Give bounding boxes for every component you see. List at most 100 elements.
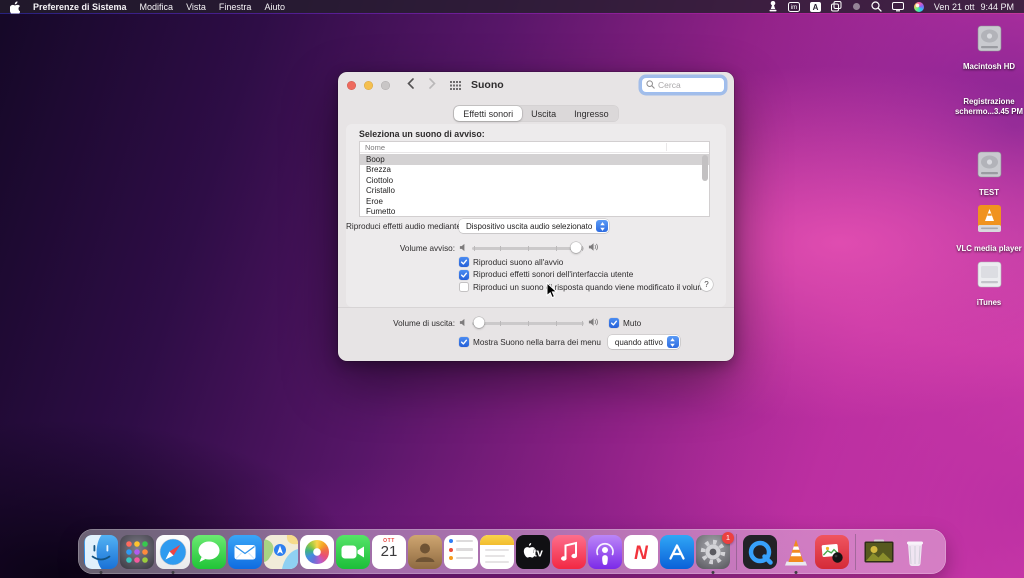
show-sound-menubar-option[interactable]: Mostra Suono nella barra dei menu: [459, 337, 601, 347]
sound-preferences-window: Suono Effetti sonoriUscitaIngresso Selez…: [338, 72, 734, 361]
mute-option[interactable]: Muto: [609, 318, 641, 328]
menubar-mode-dropdown[interactable]: quando attivo: [608, 335, 680, 349]
desktop-icon-registrazione-schermo-3-45-pm[interactable]: Registrazione schermo...3.45 PM: [952, 95, 1024, 117]
checkbox[interactable]: [459, 270, 469, 280]
safari-icon: [156, 535, 190, 569]
running-indicator-dot: [712, 571, 715, 574]
speaker-low-icon: [459, 239, 468, 257]
dock-mail-icon[interactable]: [228, 535, 262, 569]
output-volume-slider[interactable]: [459, 314, 600, 332]
dock-facetime-icon[interactable]: [336, 535, 370, 569]
dock-vlc-icon[interactable]: [779, 535, 813, 569]
appletv-icon: tv: [516, 535, 550, 569]
dock-music-icon[interactable]: [552, 535, 586, 569]
dock-separator: [855, 534, 856, 570]
dock-safari-icon[interactable]: [156, 535, 190, 569]
menu-app-name[interactable]: Preferenze di Sistema: [33, 2, 127, 12]
input-method-icon[interactable]: im: [788, 2, 800, 12]
dock-trash-icon[interactable]: [898, 535, 932, 569]
slider-track[interactable]: [472, 322, 584, 325]
finder-icon: [84, 535, 118, 569]
dock-photoapp-icon[interactable]: [815, 535, 849, 569]
sound-row-eroe[interactable]: Eroe: [360, 196, 709, 207]
slider-track[interactable]: [472, 247, 584, 250]
sound-row-ciottolo[interactable]: Ciottolo: [360, 175, 709, 186]
dock-podcasts-icon[interactable]: [588, 535, 622, 569]
menu-finestra[interactable]: Finestra: [219, 2, 252, 12]
back-button[interactable]: [407, 76, 414, 94]
menu-aiuto[interactable]: Aiuto: [264, 2, 285, 12]
menu-vista[interactable]: Vista: [186, 2, 206, 12]
dock-finder-icon[interactable]: [84, 535, 118, 569]
dock-maps-icon[interactable]: [264, 535, 298, 569]
stats-icon[interactable]: [768, 1, 778, 12]
zoom-button-disabled[interactable]: [381, 81, 390, 90]
show-sound-menubar-label: Mostra Suono nella barra dei menu: [473, 338, 601, 347]
close-button[interactable]: [347, 81, 356, 90]
dropdown-arrows-icon: [596, 220, 608, 232]
scrollbar-thumb[interactable]: [702, 155, 708, 181]
option-riproduci-suono-all-avvio[interactable]: Riproduci suono all'avvio: [459, 257, 709, 267]
dock-calendar-icon[interactable]: OTT21: [372, 535, 406, 569]
list-scrollbar[interactable]: [702, 155, 708, 214]
search-field[interactable]: [641, 77, 725, 93]
dock-quicktime-icon[interactable]: [743, 535, 777, 569]
dock-messages-icon[interactable]: [192, 535, 226, 569]
alert-volume-slider[interactable]: [459, 239, 600, 257]
running-indicator-dot: [100, 571, 103, 574]
desktop-icon-macintosh-hd[interactable]: Macintosh HD: [952, 24, 1024, 72]
slider-knob[interactable]: [473, 317, 484, 328]
minimize-button[interactable]: [364, 81, 373, 90]
dock-notes-icon[interactable]: [480, 535, 514, 569]
checkbox[interactable]: [459, 257, 469, 267]
dock-file-icon[interactable]: [862, 535, 896, 569]
display-icon[interactable]: [892, 2, 904, 12]
file-icon: [862, 535, 896, 569]
dock-settings-icon[interactable]: 1: [696, 535, 730, 569]
slider-knob[interactable]: [571, 242, 582, 253]
list-column-header[interactable]: Nome: [360, 142, 709, 153]
show-sound-menubar-checkbox[interactable]: [459, 337, 469, 347]
option-riproduci-effetti-sonori-dell-interfacci[interactable]: Riproduci effetti sonori dell'interfacci…: [459, 270, 709, 280]
dock-appstore-icon[interactable]: [660, 535, 694, 569]
apple-menu-icon[interactable]: [10, 1, 20, 13]
sound-row-brezza[interactable]: Brezza: [360, 165, 709, 176]
desktop-icon-vlc-media-player[interactable]: VLC media player: [952, 204, 1024, 254]
tab-effetti-sonori[interactable]: Effetti sonori: [454, 106, 522, 121]
running-indicator-dot: [172, 571, 175, 574]
checkbox[interactable]: [459, 282, 469, 292]
sound-row-fumetto[interactable]: Fumetto: [360, 207, 709, 217]
mute-checkbox[interactable]: [609, 318, 619, 328]
dock-news-icon[interactable]: N: [624, 535, 658, 569]
search-input[interactable]: [655, 80, 720, 90]
desktop-icon-itunes[interactable]: iTunes: [952, 260, 1024, 308]
mute-label: Muto: [623, 319, 641, 328]
sound-row-cristallo[interactable]: Cristallo: [360, 186, 709, 197]
option-riproduci-un-suono-di-risposta-quando-vi[interactable]: Riproduci un suono di risposta quando vi…: [459, 282, 709, 292]
help-button[interactable]: ?: [700, 278, 713, 291]
sound-row-boop[interactable]: Boop: [360, 154, 709, 165]
dock-photos-icon[interactable]: [300, 535, 334, 569]
character-viewer-icon[interactable]: A: [810, 2, 821, 12]
dock-launchpad-icon[interactable]: [120, 535, 154, 569]
dock-reminders-icon[interactable]: [444, 535, 478, 569]
speaker-high-icon: [588, 239, 600, 257]
siri-icon[interactable]: [914, 2, 924, 12]
tab-uscita[interactable]: Uscita: [522, 106, 565, 121]
forward-button[interactable]: [429, 76, 436, 94]
menu-modifica[interactable]: Modifica: [140, 2, 174, 12]
spotlight-icon[interactable]: [871, 1, 882, 12]
menu-bar-clock[interactable]: Ven 21 ott 9:44 PM: [934, 2, 1014, 12]
sound-effects-panel: Seleziona un suono di avviso: Nome BoopB…: [346, 124, 726, 307]
dock-appletv-icon[interactable]: tv: [516, 535, 550, 569]
clipboard-icon[interactable]: [831, 1, 842, 12]
tab-ingresso[interactable]: Ingresso: [565, 106, 618, 121]
podcasts-icon: [588, 535, 622, 569]
show-all-grid-icon[interactable]: [450, 81, 461, 90]
dock-contacts-icon[interactable]: [408, 535, 442, 569]
output-device-dropdown[interactable]: Dispositivo uscita audio selezionato: [459, 219, 609, 233]
desktop-icon-test[interactable]: TEST: [952, 150, 1024, 198]
svg-text:im: im: [791, 5, 797, 11]
speaker-high-icon: [588, 314, 600, 332]
accessory-icon[interactable]: [852, 2, 861, 11]
